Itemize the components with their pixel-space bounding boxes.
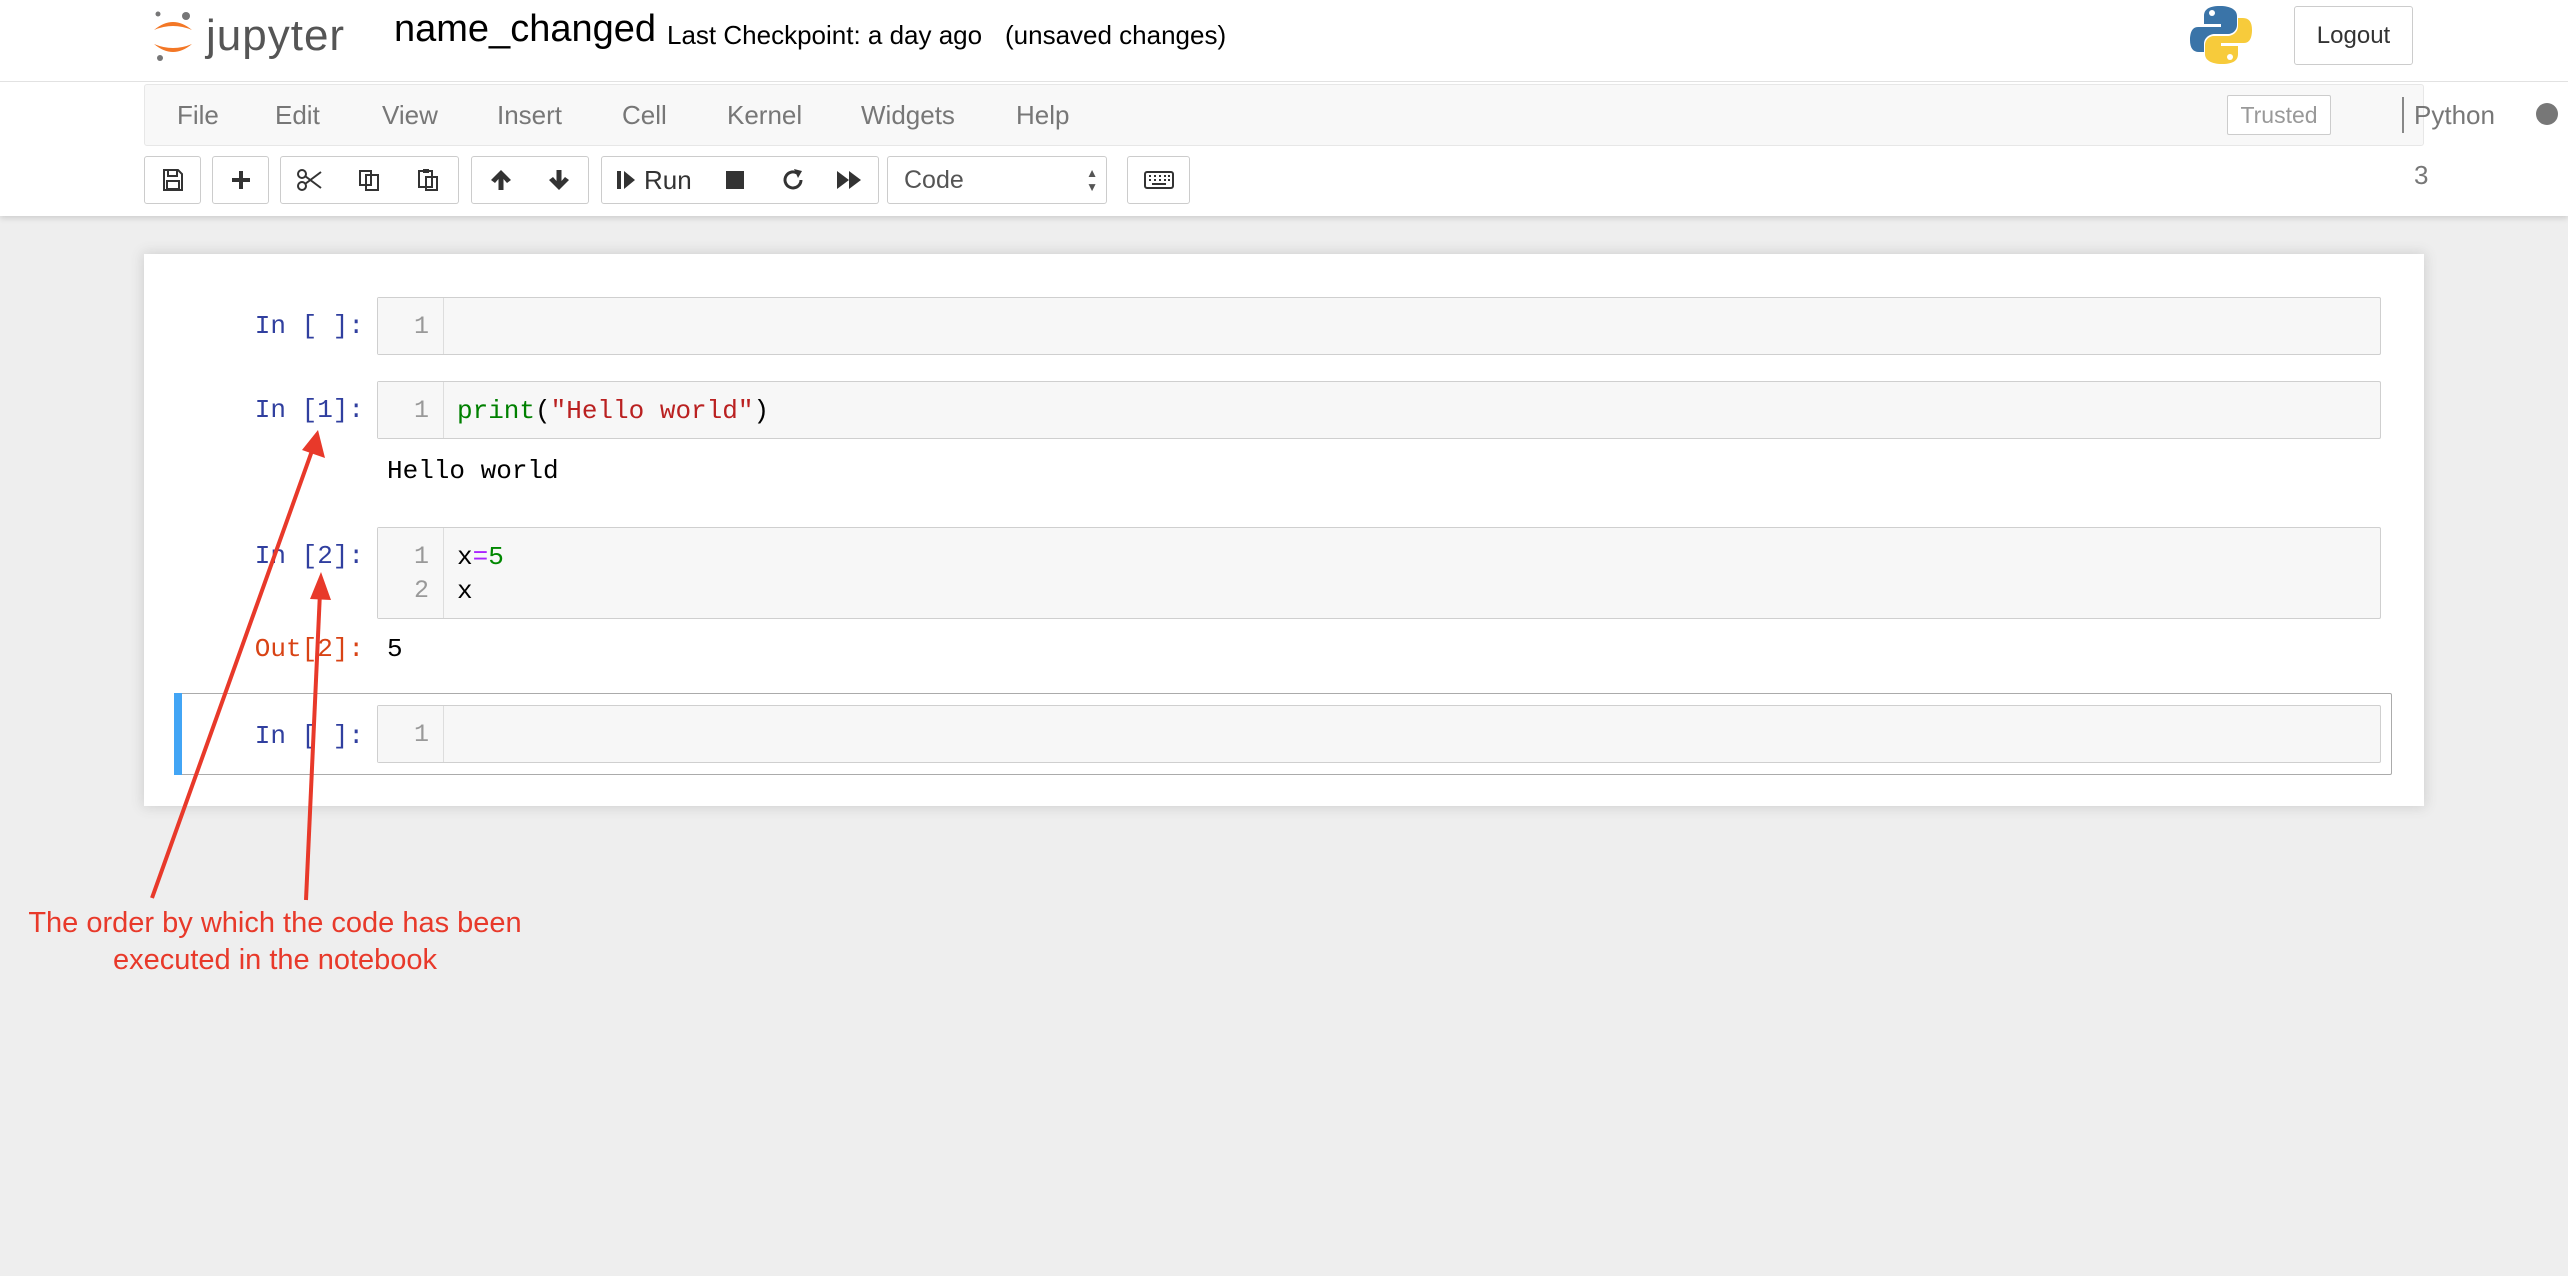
annotation-text: The order by which the code has been exe… xyxy=(0,905,550,979)
annotation-arrow-1 xyxy=(150,447,315,899)
annotation-arrows xyxy=(150,430,331,901)
annotation-line-2: executed in the notebook xyxy=(112,944,438,976)
annotation-arrowhead-1 xyxy=(302,430,325,458)
annotation-line-1: The order by which the code has been xyxy=(28,907,522,939)
annotation-arrow-2 xyxy=(304,591,322,901)
annotation-arrowhead-2 xyxy=(310,572,331,600)
